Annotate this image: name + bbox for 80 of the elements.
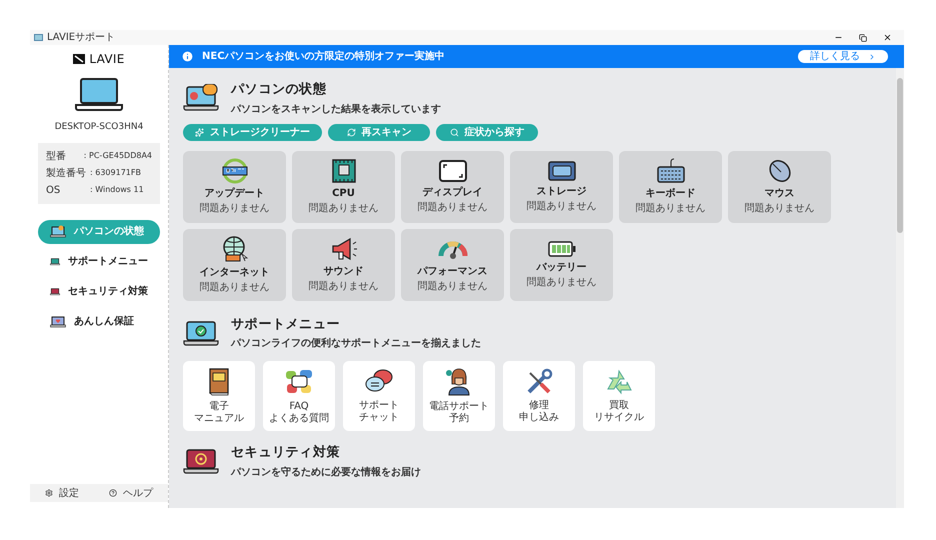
section-title: パソコンの状態 [231,80,328,99]
info-icon [181,50,194,63]
card-label: よくある質問 [269,413,329,426]
support-card[interactable]: 買取 リサイクル [583,361,655,431]
scrollbar-thumb[interactable] [897,78,903,233]
restore-icon [859,34,867,42]
battery-icon [546,240,576,258]
device-name: DESKTOP-SCO3HN4 [54,121,144,134]
card-label: マニュアル [194,413,244,426]
card-label: チャット [359,412,399,424]
info-value: : PC-GE45DD8A4 [84,150,152,162]
section-subtitle: パソコンを守るために必要な情報をお届け [231,465,421,480]
laptop-icon [50,225,66,238]
settings-icon [45,489,53,497]
sparkle-icon [195,128,204,136]
support-card[interactable]: 電話サポート 予約 [423,361,495,431]
section-subtitle: パソコンライフの便利なサポートメニューを揃えました [231,336,481,351]
laptop-icon [75,77,123,113]
info-label: OS [46,184,62,198]
chip-icon [330,158,356,184]
logo-mark-icon [73,54,86,64]
banner-text: NECパソコンをお使いの方限定の特別オファー実施中 [202,49,445,64]
status-tile[interactable]: インターネット 問題ありません [183,228,286,300]
info-label: 製造番号 [46,166,87,180]
megaphone-icon [330,236,358,262]
section-subtitle: パソコンをスキャンした結果を表示しています [231,102,441,116]
laptop-icon [50,315,66,328]
close-icon [883,33,892,42]
logo: LAVIE [89,53,125,65]
laptop-chat-icon [183,84,219,112]
card-label: リサイクル [594,412,644,424]
support-card[interactable]: サポート チャット [343,361,415,431]
ssd-icon [546,160,576,182]
status-tile[interactable]: サウンド 問題ありません [292,228,395,300]
update-icon [220,158,250,184]
scrollbar[interactable] [896,68,904,508]
card-label: 電話サポート [429,400,489,413]
support-card[interactable]: 電子 マニュアル [183,361,255,431]
status-tile[interactable]: ディスプレイ 問題ありません [401,150,504,222]
laptop-check-icon [183,318,219,347]
info-value: : Windows 11 [90,184,144,196]
chevron-icon [868,52,876,60]
status-tile[interactable]: マウス 問題ありません [728,150,831,222]
close-button[interactable] [883,33,892,42]
keyboard-icon [656,158,686,184]
section-title: セキュリティ対策 [231,444,342,462]
nav-item[interactable]: あんしん保証 [38,310,160,334]
footer-link[interactable]: ヘルプ [109,486,153,500]
refresh-icon [346,128,356,136]
card-label: 修理 [529,400,549,412]
window-title: LAVIEサポート [47,32,116,42]
display-icon [438,159,468,183]
card-label: 予約 [449,413,469,426]
info-value: : 6309171FB [90,167,141,179]
globe-icon [220,235,248,263]
search-icon [450,128,458,136]
section-title: サポートメニュー [231,316,342,334]
card-label: 申し込み [519,412,559,424]
footer-link[interactable]: 設定 [45,486,79,500]
status-tile[interactable]: アップデート 問題ありません [183,150,286,222]
card-label: 買取 [609,400,629,412]
nav-item[interactable]: サポートメニュー [38,250,160,274]
restore-button[interactable] [859,34,867,42]
support-card[interactable]: FAQ よくある質問 [263,361,335,431]
wrench-screwdriver-icon [525,368,553,396]
card-label: 電子 [209,400,229,413]
recycle-icon [605,368,633,396]
status-tile[interactable]: バッテリー 問題ありません [510,228,613,300]
info-label: 型番 [46,150,67,164]
card-label: FAQ [289,400,309,413]
status-tile[interactable]: CPU 問題ありません [292,150,395,222]
status-tile[interactable]: ストレージ 問題ありません [510,150,613,222]
nav-item[interactable]: セキュリティ対策 [38,280,160,304]
app-icon [34,34,43,42]
card-label: サポート [359,400,399,412]
support-card[interactable]: 修理 申し込み [503,361,575,431]
status-tile[interactable]: キーボード 問題ありません [619,150,722,222]
status-tile[interactable]: パフォーマンス 問題ありません [401,228,504,300]
details-button[interactable]: 詳しく見る [798,50,888,63]
help-icon [109,489,117,497]
